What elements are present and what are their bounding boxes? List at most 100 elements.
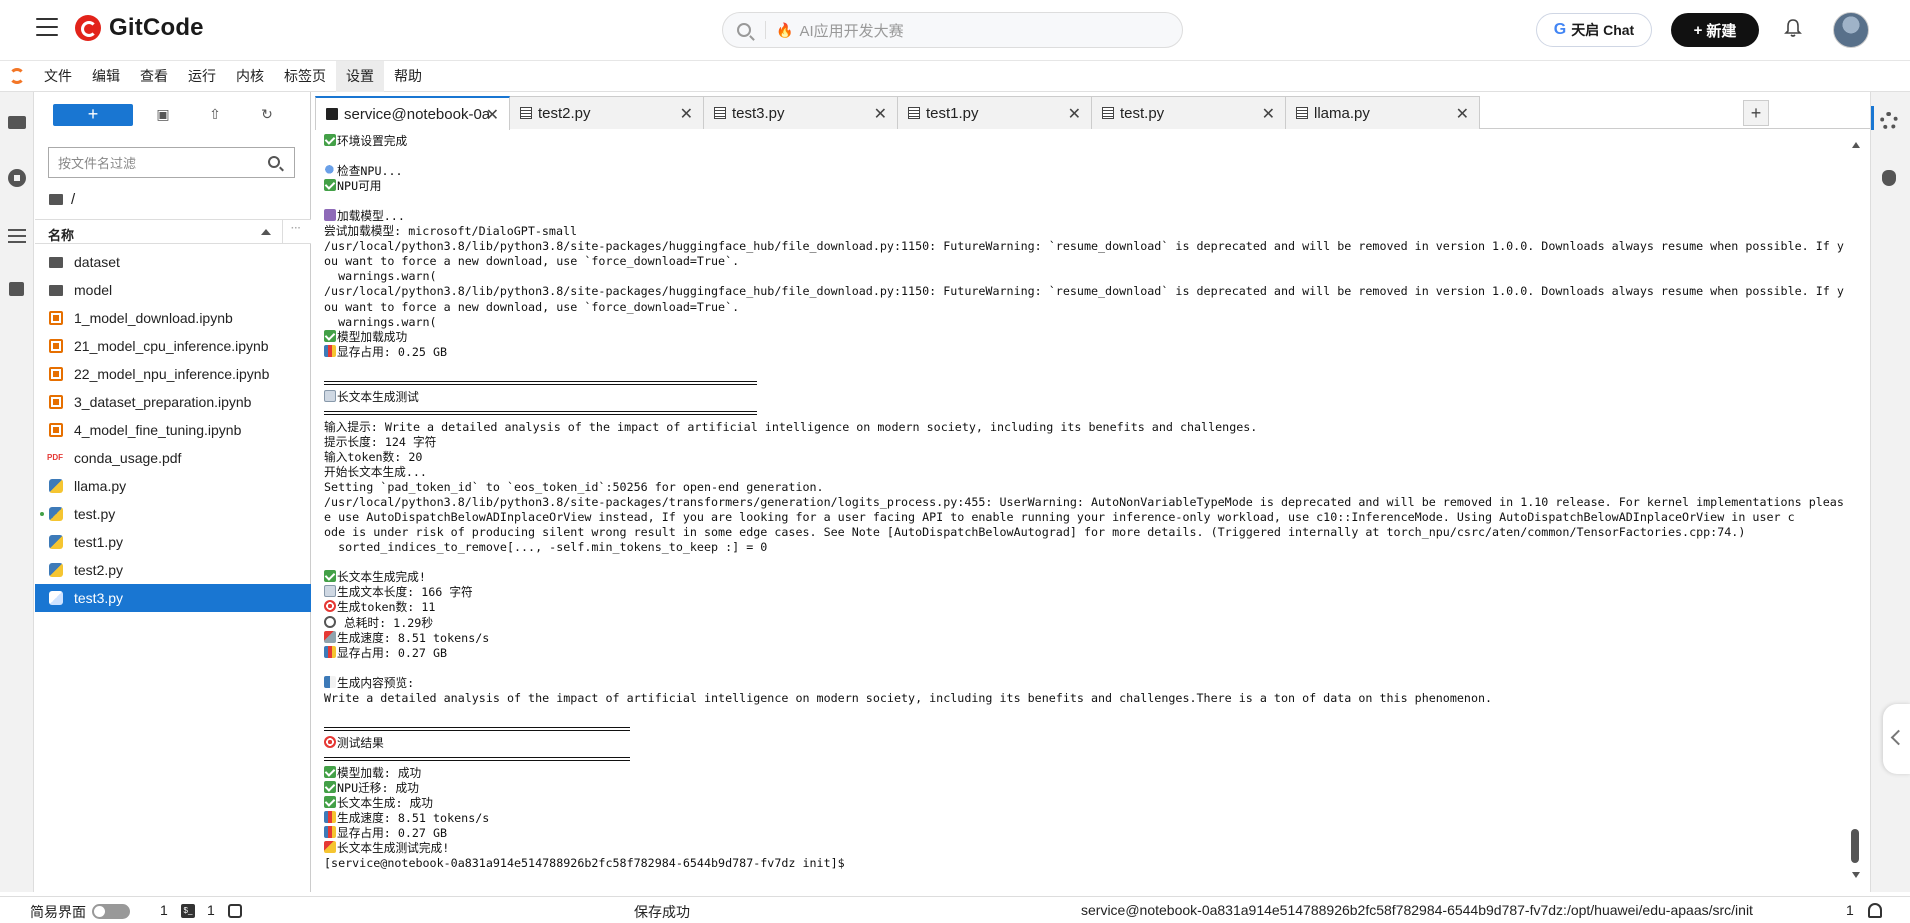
terminal-line-text: /usr/local/python3.8/lib/python3.8/site-…: [324, 239, 1844, 254]
menu-file[interactable]: 文件: [34, 61, 82, 92]
debugger-icon[interactable]: [1882, 170, 1896, 186]
menu-help[interactable]: 帮助: [384, 61, 432, 92]
hamburger-menu-icon[interactable]: [36, 18, 58, 38]
terminal-line: 输入提示: Write a detailed analysis of the i…: [322, 420, 1847, 435]
terminal-scrollbar[interactable]: [1849, 134, 1863, 887]
sort-caret-icon[interactable]: [261, 229, 271, 235]
kernel-count[interactable]: 1: [160, 902, 168, 918]
breadcrumb[interactable]: /: [49, 191, 75, 208]
menu-tabs[interactable]: 标签页: [274, 61, 336, 92]
refresh-icon[interactable]: ↻: [258, 106, 276, 124]
document-tab-bar: + service@notebook-0a831a✕test2.py✕test3…: [315, 92, 1870, 130]
file-list-item[interactable]: 1_model_download.ipynb: [35, 304, 311, 332]
notification-bell-icon[interactable]: [1784, 18, 1802, 38]
global-search-input[interactable]: 🔥 AI应用开发大赛: [722, 12, 1183, 48]
tab-label: test3.py: [732, 104, 785, 122]
tab-file[interactable]: test3.py ✕: [703, 96, 898, 129]
terminal-line: 生成文本长度: 166 字符: [322, 585, 1847, 600]
tab-file[interactable]: test1.py ✕: [897, 96, 1092, 129]
target-emoji-icon: [324, 600, 336, 613]
terminal-count[interactable]: 1: [207, 902, 215, 918]
column-name-header[interactable]: 名称: [48, 225, 74, 244]
tab-terminal[interactable]: service@notebook-0a831a✕: [315, 96, 510, 130]
file-list-item[interactable]: model: [35, 276, 311, 304]
column-more-icon[interactable]: ···: [291, 223, 301, 234]
simple-mode-toggle[interactable]: [92, 904, 130, 919]
terminal-line: 显存占用: 0.27 GB: [322, 826, 1847, 841]
file-filter-input[interactable]: 按文件名过滤: [48, 147, 295, 178]
check-emoji-icon: [324, 179, 336, 192]
fire-icon: 🔥: [776, 21, 794, 38]
file-list-item[interactable]: test.py: [35, 500, 311, 528]
text-file-icon: [1296, 107, 1308, 119]
file-list-item[interactable]: test3.py: [35, 584, 311, 612]
close-tab-icon[interactable]: ✕: [1456, 104, 1469, 124]
new-launcher-button[interactable]: +: [53, 104, 133, 126]
tab-file[interactable]: test.py ✕: [1091, 96, 1286, 129]
menu-run[interactable]: 运行: [178, 61, 226, 92]
file-list-item[interactable]: PDF conda_usage.pdf: [35, 444, 311, 472]
text-file-icon: [1102, 107, 1114, 119]
chart-emoji-icon: [324, 826, 336, 839]
collapse-sidebar-button[interactable]: [1883, 704, 1910, 774]
scroll-down-icon[interactable]: [1852, 872, 1860, 878]
close-tab-icon[interactable]: ✕: [874, 104, 887, 124]
terminal-line: 模型加载成功: [322, 329, 1847, 345]
terminal-line-text: 长文本生成: 成功: [337, 796, 433, 811]
notification-bell-icon[interactable]: [1868, 903, 1882, 918]
file-browser-icon[interactable]: [7, 112, 27, 132]
tab-file[interactable]: test2.py ✕: [509, 96, 704, 129]
tab-file[interactable]: llama.py ✕: [1285, 96, 1480, 129]
new-button[interactable]: + 新建: [1671, 13, 1759, 47]
breadcrumb-root[interactable]: /: [71, 191, 75, 208]
terminal-line-text: /usr/local/python3.8/lib/python3.8/site-…: [324, 284, 1844, 299]
folder-icon: [49, 285, 63, 296]
file-list-item[interactable]: llama.py: [35, 472, 311, 500]
file-list-item[interactable]: 4_model_fine_tuning.ipynb: [35, 416, 311, 444]
terminal-line-text: 提示长度: 124 字符: [324, 434, 437, 449]
terminal-line-text: Setting `pad_token_id` to `eos_token_id`…: [324, 480, 824, 495]
menu-settings[interactable]: 设置: [336, 60, 384, 92]
running-kernels-icon[interactable]: [7, 168, 27, 188]
add-tab-button[interactable]: +: [1743, 100, 1769, 126]
close-tab-icon[interactable]: ✕: [486, 105, 499, 125]
table-of-contents-icon[interactable]: [7, 226, 27, 246]
user-avatar[interactable]: [1833, 12, 1869, 48]
upload-icon[interactable]: ⇧: [206, 106, 224, 124]
search-emoji-icon: [324, 164, 336, 177]
terminal-line-text: 生成文本长度: 166 字符: [337, 585, 473, 600]
tianqi-chat-button[interactable]: G 天启 Chat: [1536, 13, 1652, 47]
terminal-line: ode is under risk of producing silent wr…: [322, 525, 1847, 540]
terminal-line: 开始长文本生成...: [322, 465, 1847, 480]
plus-icon: +: [1693, 21, 1703, 39]
menu-edit[interactable]: 编辑: [82, 61, 130, 92]
terminal-output[interactable]: 环境设置完成 检查NPU... NPU可用 加载模型... 尝试加载模型: micros…: [322, 134, 1847, 887]
terminal-line-text: ou want to force a new download, use `fo…: [324, 299, 740, 314]
gitcode-logo[interactable]: GitCode: [75, 14, 204, 42]
cpu-usage-icon[interactable]: [228, 904, 242, 918]
file-name: test3.py: [74, 590, 124, 606]
new-button-label: 新建: [1706, 22, 1737, 40]
python-icon: [49, 507, 63, 521]
new-folder-icon[interactable]: ▣: [154, 106, 172, 124]
file-list-item[interactable]: 22_model_npu_inference.ipynb: [35, 360, 311, 388]
terminal-line: 长文本生成完成!: [322, 570, 1847, 585]
menu-view[interactable]: 查看: [130, 61, 178, 92]
file-list-item[interactable]: dataset: [35, 248, 311, 276]
file-list-item[interactable]: 3_dataset_preparation.ipynb: [35, 388, 311, 416]
text-file-icon: [908, 107, 920, 119]
close-tab-icon[interactable]: ✕: [680, 104, 693, 124]
scroll-thumb[interactable]: [1851, 829, 1859, 863]
close-tab-icon[interactable]: ✕: [1262, 104, 1275, 124]
extension-manager-icon[interactable]: [7, 278, 27, 298]
file-list-item[interactable]: test1.py: [35, 528, 311, 556]
scroll-up-icon[interactable]: [1852, 142, 1860, 148]
property-inspector-icon[interactable]: [1880, 112, 1898, 130]
tab-label: service@notebook-0a831a: [344, 105, 489, 123]
file-list-item[interactable]: 21_model_cpu_inference.ipynb: [35, 332, 311, 360]
file-list-item[interactable]: test2.py: [35, 556, 311, 584]
close-tab-icon[interactable]: ✕: [1068, 104, 1081, 124]
menu-kernel[interactable]: 内核: [226, 61, 274, 92]
column-divider[interactable]: [282, 220, 283, 244]
